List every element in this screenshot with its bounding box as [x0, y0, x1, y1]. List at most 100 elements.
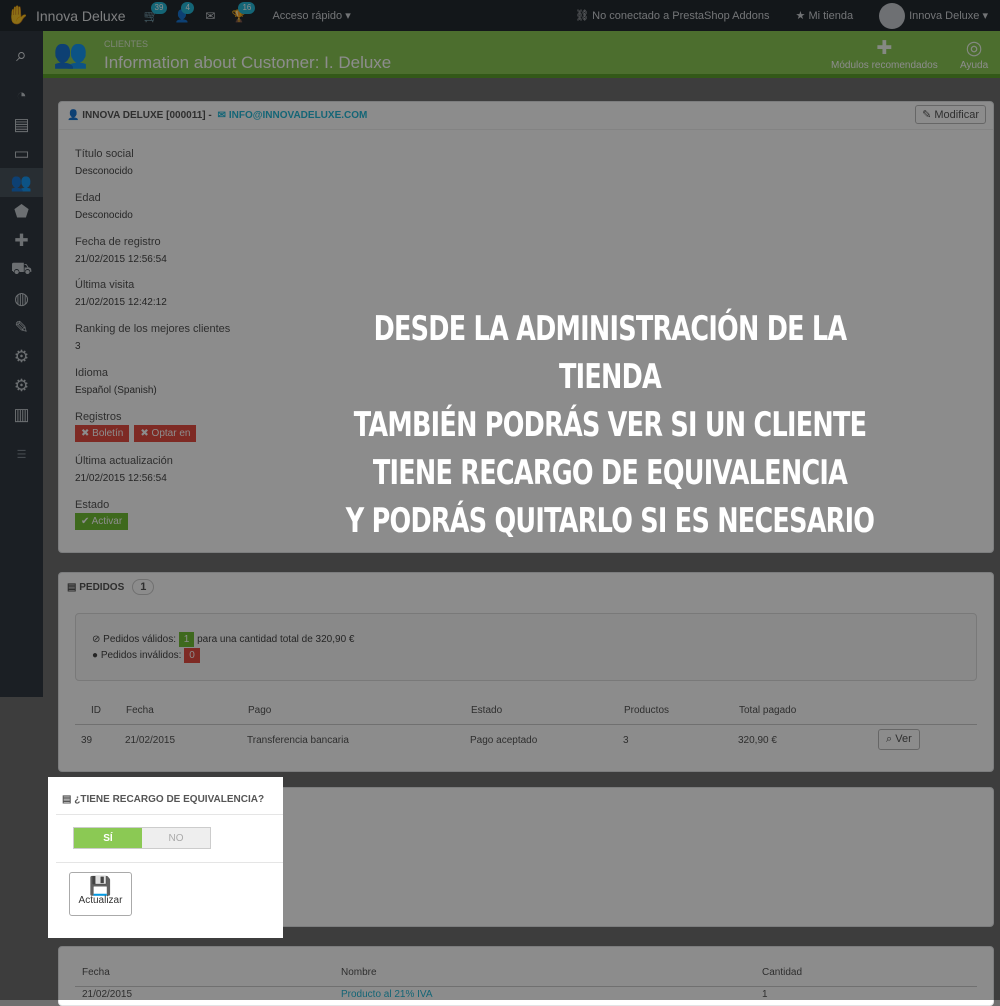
column-header[interactable]: Total pagado: [739, 705, 796, 716]
dashboard-icon[interactable]: ◔: [0, 81, 43, 110]
search-icon[interactable]: ⌕: [0, 31, 43, 81]
divider: [56, 814, 283, 815]
column-header[interactable]: Fecha: [82, 967, 110, 978]
check-icon: ✔: [81, 516, 89, 527]
products-panel: Fecha Nombre Cantidad 21/02/2015 Product…: [58, 946, 994, 1006]
advanced-cogs-icon[interactable]: ⚙: [0, 342, 43, 371]
edit-button[interactable]: ✎ Modificar: [915, 105, 986, 124]
prestashop-logo-icon[interactable]: ✋: [0, 0, 36, 31]
overlay-line: Desde la administración de la tienda: [340, 305, 880, 401]
user-menu[interactable]: Innova Deluxe ▾: [879, 3, 988, 29]
update-button[interactable]: 💾Actualizar: [69, 872, 132, 916]
recargo-title: ¿Tiene recargo de equivalencia?: [74, 794, 264, 805]
quick-access-menu[interactable]: Acceso rápido ▾: [272, 9, 350, 22]
field-last-update: Última actualización21/02/2015 12:56:54: [75, 455, 173, 484]
invalid-orders-count: 0: [184, 648, 200, 663]
price-rules-tag-icon[interactable]: ⬟: [0, 197, 43, 226]
orders-panel-heading: ▤ Pedidos 1: [59, 573, 993, 601]
field-label: Fecha de registro: [75, 236, 167, 248]
invalid-orders-label: Pedidos inválidos:: [101, 650, 182, 661]
invalid-orders-line: ● Pedidos inválidos: 0: [92, 648, 200, 663]
toggle-no[interactable]: NO: [142, 828, 210, 848]
modules-puzzle-icon[interactable]: ✚: [0, 226, 43, 255]
orders-panel: ▤ Pedidos 1 ⊘ Pedidos válidos: 1 para un…: [58, 572, 994, 772]
trophy-notification[interactable]: 🏆16: [231, 9, 246, 23]
orders-count-badge: 1: [132, 579, 154, 595]
optin-badge[interactable]: ✖ Optar en: [134, 425, 196, 442]
quick-access-label: Acceso rápido: [272, 10, 342, 22]
menu-collapse-icon[interactable]: ☰: [0, 439, 43, 469]
table-row[interactable]: 21/02/2015 Producto al 21% IVA 1: [75, 985, 977, 1003]
customers-badge: 4: [181, 2, 193, 14]
column-header[interactable]: Cantidad: [762, 967, 802, 978]
recommended-modules-button[interactable]: ✚Módulos recomendados: [831, 37, 938, 71]
newsletter-badge[interactable]: ✖ Boletín: [75, 425, 129, 442]
administration-gear-icon[interactable]: ⚙: [0, 371, 43, 400]
customer-email-link[interactable]: info@innovadeluxe.com: [229, 110, 367, 121]
recargo-toggle[interactable]: SÍ NO: [73, 827, 211, 849]
field-status: Estado ✔ Activar: [75, 499, 128, 530]
table-row[interactable]: 39 21/02/2015 Transferencia bancaria Pag…: [75, 726, 977, 754]
order-status: Pago aceptado: [470, 735, 537, 746]
messages-notification[interactable]: ✉: [205, 9, 215, 23]
lifebuoy-icon: ◎: [960, 37, 988, 60]
promo-overlay-text: Desde la administración de la tienda tam…: [340, 305, 880, 545]
stats-chart-icon[interactable]: ▥: [0, 400, 43, 429]
trophy-badge: 16: [238, 2, 255, 14]
avatar: [879, 3, 905, 29]
column-header[interactable]: Productos: [624, 705, 669, 716]
check-circle-icon: ⊘: [92, 634, 100, 645]
field-social-title: Título socialDesconocido: [75, 148, 134, 177]
addons-status-link[interactable]: ⛓ No conectado a PrestaShop Addons: [575, 9, 769, 22]
recargo-heading: ▤ ¿Tiene recargo de equivalencia?: [62, 794, 264, 805]
divider: [56, 862, 283, 863]
column-header[interactable]: Nombre: [341, 967, 377, 978]
column-header[interactable]: Fecha: [126, 705, 154, 716]
catalog-icon[interactable]: ▤: [0, 110, 43, 139]
my-shop-label: Mi tienda: [808, 10, 853, 22]
orders-notification[interactable]: 🛒39: [144, 9, 159, 23]
product-name-link[interactable]: Producto al 21% IVA: [341, 989, 433, 1000]
link-icon: ⛓: [575, 10, 589, 22]
help-button[interactable]: ◎Ayuda: [960, 37, 988, 71]
field-registrations: Registros ✖ Boletín ✖ Optar en: [75, 411, 198, 442]
field-age: Edad Desconocido: [75, 192, 133, 221]
valid-orders-label: Pedidos válidos:: [103, 634, 176, 645]
toggle-yes[interactable]: SÍ: [74, 828, 142, 848]
preferences-wrench-icon[interactable]: ✎: [0, 313, 43, 342]
view-order-button[interactable]: ⌕ Ver: [878, 729, 920, 750]
field-registration-date: Fecha de registro21/02/2015 12:56:54: [75, 236, 167, 265]
overlay-line: tiene recargo de equivalencia: [340, 449, 880, 497]
shop-name[interactable]: Innova Deluxe: [36, 8, 126, 24]
customers-users-icon[interactable]: 👥: [0, 168, 43, 197]
caret-down-icon: ▾: [345, 10, 351, 22]
column-header[interactable]: ID: [91, 705, 101, 716]
field-label: Edad: [75, 192, 133, 204]
shipping-truck-icon[interactable]: ⛟: [0, 255, 43, 284]
field-value: 21/02/2015 12:42:12: [75, 297, 167, 308]
user-name: Innova Deluxe: [909, 9, 979, 21]
my-shop-link[interactable]: ★ Mi tienda: [796, 9, 854, 22]
orders-table-header: ID Fecha Pago Estado Productos Total pag…: [75, 697, 977, 725]
star-icon: ★: [796, 10, 806, 22]
orders-credit-card-icon[interactable]: ▭: [0, 139, 43, 168]
floppy-disk-icon: 💾: [70, 877, 131, 895]
edit-label: Modificar: [934, 109, 979, 121]
close-icon: ✖: [140, 428, 148, 439]
column-header[interactable]: Pago: [248, 705, 271, 716]
localization-globe-icon[interactable]: ◍: [0, 284, 43, 313]
valid-orders-count: 1: [179, 632, 195, 647]
search-icon: ⌕: [886, 733, 892, 745]
field-value: Desconocido: [75, 210, 133, 221]
envelope-icon: ✉: [215, 110, 226, 121]
order-id: 39: [81, 735, 92, 746]
customers-notification[interactable]: 👤4: [174, 9, 189, 23]
breadcrumb[interactable]: Clientes: [104, 39, 148, 49]
addons-status-label: No conectado a PrestaShop Addons: [592, 10, 769, 22]
status-badge[interactable]: ✔ Activar: [75, 513, 128, 530]
file-icon: ▤: [62, 794, 71, 805]
field-label: Registros: [75, 411, 198, 423]
products-table-header: Fecha Nombre Cantidad: [75, 959, 977, 987]
field-label: Idioma: [75, 367, 157, 379]
column-header[interactable]: Estado: [471, 705, 502, 716]
